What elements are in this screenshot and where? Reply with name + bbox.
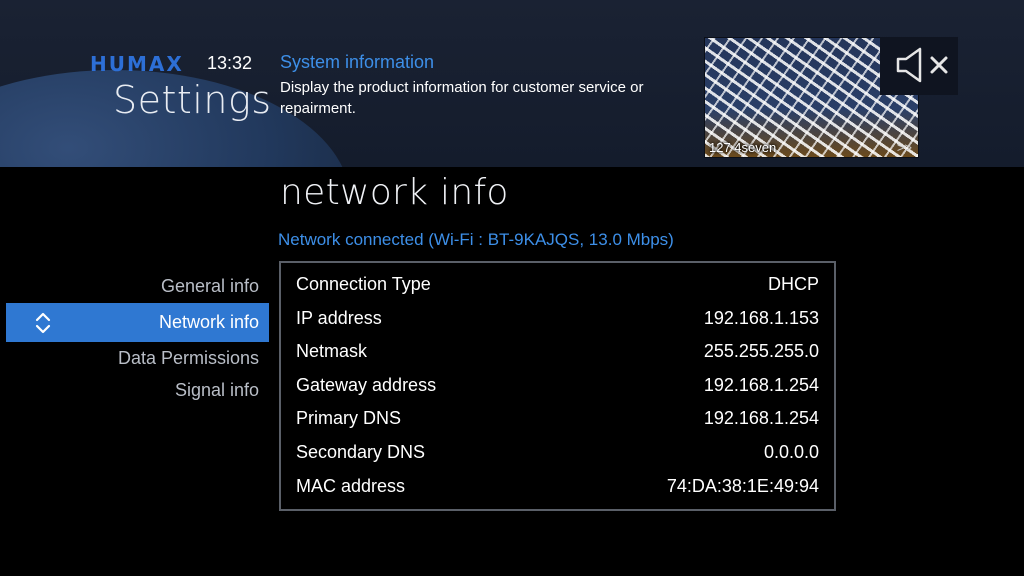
info-row-primary-dns: Primary DNS 192.168.1.254 [281,403,834,433]
info-value: DHCP [767,274,819,294]
info-value: 192.168.1.254 [703,375,819,395]
info-value: 192.168.1.153 [703,308,819,328]
info-description: Display the product information for cust… [280,79,644,117]
info-row-ip-address: IP address 192.168.1.153 [281,303,834,333]
info-heading: System information [280,52,435,72]
menu-item-label: Network info [158,312,259,332]
info-row-gateway-address: Gateway address 192.168.1.254 [281,370,834,400]
speaker-muted-icon [896,47,948,83]
info-value: 0.0.0.0 [763,442,819,462]
preview-forward-icon: >> [896,140,912,155]
screen-title: Settings [113,78,272,122]
info-label: Gateway address [296,375,437,395]
menu-item-label: Data Permissions [117,348,259,368]
info-label: Secondary DNS [296,442,426,462]
network-info-panel: Connection Type DHCP IP address 192.168.… [279,261,836,511]
info-label: Primary DNS [296,408,402,428]
mute-indicator [880,37,958,95]
info-value: 74:DA:38:1E:49:94 [666,476,819,496]
page-title: network info [280,172,509,213]
menu-item-general-info[interactable]: General info [6,267,269,306]
network-status: Network connected (Wi-Fi : BT-9KAJQS, 13… [278,230,674,249]
up-down-chevron-icon [34,303,64,342]
info-row-connection-type: Connection Type DHCP [281,269,834,299]
preview-channel-caption: 127 4seven [709,140,777,155]
info-label: MAC address [296,476,406,496]
info-label: Connection Type [296,274,431,294]
info-value: 192.168.1.254 [703,408,819,428]
menu-item-label: General info [160,276,259,296]
info-row-netmask: Netmask 255.255.255.0 [281,336,834,366]
header-bar: HUMAX 13:32 Settings System information … [0,0,1024,167]
brand-logo: HUMAX [90,52,184,76]
menu-item-network-info[interactable]: Network info [6,303,269,342]
info-row-secondary-dns: Secondary DNS 0.0.0.0 [281,437,834,467]
info-row-mac-address: MAC address 74:DA:38:1E:49:94 [281,471,834,501]
info-label: Netmask [296,341,368,361]
info-label: IP address [296,308,382,328]
clock: 13:32 [207,53,253,73]
menu-item-label: Signal info [174,380,259,400]
menu-item-signal-info[interactable]: Signal info [6,371,269,410]
info-value: 255.255.255.0 [703,341,819,361]
